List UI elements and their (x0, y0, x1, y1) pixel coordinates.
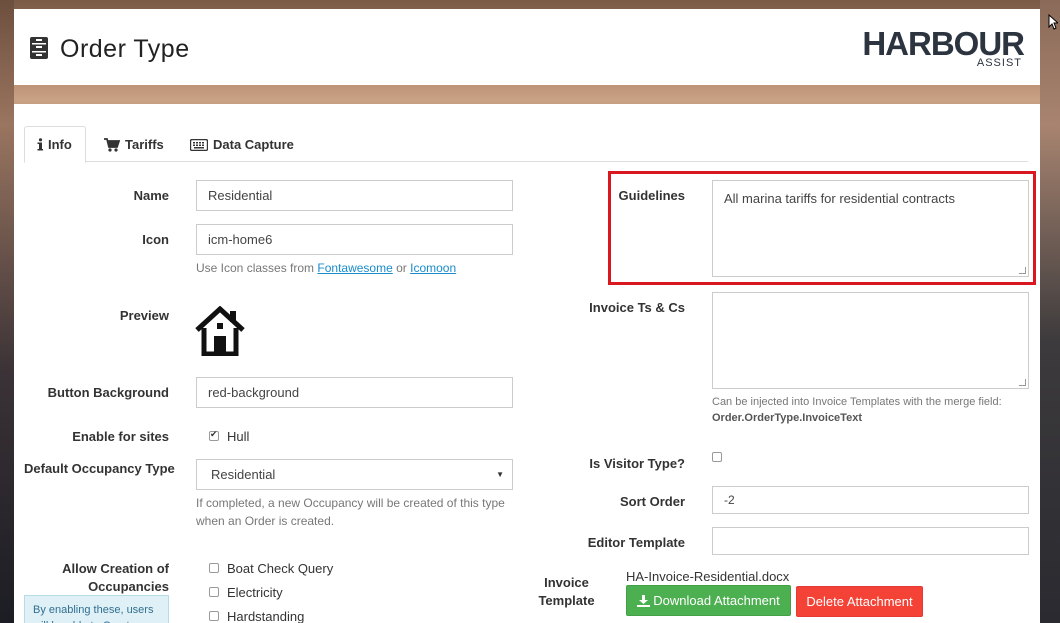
guidelines-label: Guidelines (618, 188, 685, 203)
invoice-ts-textarea[interactable] (712, 292, 1029, 389)
hardstanding-checkbox[interactable] (209, 611, 219, 621)
is-visitor-label: Is Visitor Type? (589, 456, 685, 471)
default-occupancy-value: Residential (211, 467, 276, 482)
invoice-ts-merge-field: Order.OrderType.InvoiceText (712, 412, 862, 424)
page-header: Order Type HARBOUR ASSIST (14, 9, 1040, 85)
boat-check-query-label: Boat Check Query (227, 561, 334, 576)
button-background-input[interactable]: red-background (196, 377, 513, 408)
editor-template-input[interactable] (712, 527, 1029, 555)
default-occupancy-select[interactable]: Residential ▼ (196, 459, 513, 490)
hardstanding-label: Hardstanding (227, 609, 305, 623)
icon-help: Use Icon classes from Fontawesome or Ico… (196, 259, 513, 277)
chevron-down-icon: ▼ (496, 470, 504, 479)
allow-creation-label-line1: Allow Creation of (62, 561, 169, 576)
resize-grip-icon[interactable] (1019, 379, 1026, 386)
invoice-ts-help: Can be injected into Invoice Templates w… (712, 394, 1032, 426)
sort-order-input[interactable]: -2 (712, 486, 1029, 514)
resize-grip-icon[interactable] (1019, 267, 1026, 274)
order-type-panel: Info Tariffs Data Capture Name Residenti… (14, 104, 1040, 623)
background-right (1040, 0, 1060, 623)
invoice-ts-label: Invoice Ts & Cs (589, 300, 685, 315)
tab-data-capture[interactable]: Data Capture (178, 126, 306, 163)
invoice-template-label-line1: Invoice (544, 575, 589, 590)
invoice-template-filename: HA-Invoice-Residential.docx (626, 569, 790, 584)
icon-help-or: or (396, 261, 407, 275)
tab-tariffs-label: Tariffs (125, 137, 164, 152)
cart-icon (104, 137, 120, 152)
default-occupancy-label: Default Occupancy Type (24, 461, 175, 476)
guidelines-textarea[interactable]: All marina tariffs for residential contr… (712, 180, 1029, 277)
home-icon (195, 306, 245, 356)
hull-checkbox[interactable] (209, 429, 219, 441)
invoice-template-label: Invoice Template (534, 574, 599, 610)
electricity-checkbox[interactable] (209, 587, 219, 597)
sort-order-label: Sort Order (619, 494, 685, 509)
name-label: Name (133, 188, 169, 203)
is-visitor-checkbox[interactable] (712, 452, 722, 462)
archive-icon (30, 37, 48, 59)
enable-sites-label: Enable for sites (72, 429, 169, 444)
tab-info[interactable]: Info (24, 126, 86, 163)
preview-label: Preview (119, 308, 169, 323)
button-background-label: Button Background (47, 385, 169, 400)
tab-bar: Info Tariffs Data Capture (24, 126, 1028, 163)
name-input[interactable]: Residential (196, 180, 513, 211)
delete-attachment-button[interactable]: Delete Attachment (796, 586, 923, 617)
tab-data-capture-label: Data Capture (213, 137, 294, 152)
download-icon (637, 594, 651, 607)
icon-help-prefix: Use Icon classes from (196, 261, 315, 275)
icon-label: Icon (142, 232, 169, 247)
allow-creation-label-line2: Occupancies (88, 579, 169, 594)
hull-label: Hull (227, 429, 250, 444)
allow-creation-note: By enabling these, users will be able to… (24, 595, 169, 623)
keyboard-icon (190, 138, 208, 151)
tab-info-label: Info (48, 137, 72, 152)
invoice-ts-help-text: Can be injected into Invoice Templates w… (712, 396, 1002, 408)
electricity-label: Electricity (227, 585, 283, 600)
invoice-template-label-line2: Template (538, 593, 595, 608)
default-occupancy-help: If completed, a new Occupancy will be cr… (196, 496, 505, 528)
tab-tariffs[interactable]: Tariffs (92, 126, 176, 163)
logo-subtext: ASSIST (976, 57, 1022, 69)
download-attachment-label: Download Attachment (653, 593, 780, 608)
info-icon (37, 138, 43, 151)
mouse-cursor-icon (1048, 14, 1058, 30)
icomoon-link[interactable]: Icomoon (410, 261, 456, 275)
boat-check-query-checkbox[interactable] (209, 563, 219, 573)
editor-template-label: Editor Template (587, 535, 685, 550)
background-left (0, 0, 14, 623)
guidelines-value: All marina tariffs for residential contr… (724, 191, 955, 206)
page-title: Order Type (60, 35, 190, 63)
harbour-assist-logo: HARBOUR ASSIST (862, 25, 1025, 69)
fontawesome-link[interactable]: Fontawesome (317, 261, 392, 275)
icon-input[interactable]: icm-home6 (196, 224, 513, 255)
allow-creation-label: Allow Creation of Occupancies (14, 560, 169, 596)
download-attachment-button[interactable]: Download Attachment (626, 585, 791, 616)
